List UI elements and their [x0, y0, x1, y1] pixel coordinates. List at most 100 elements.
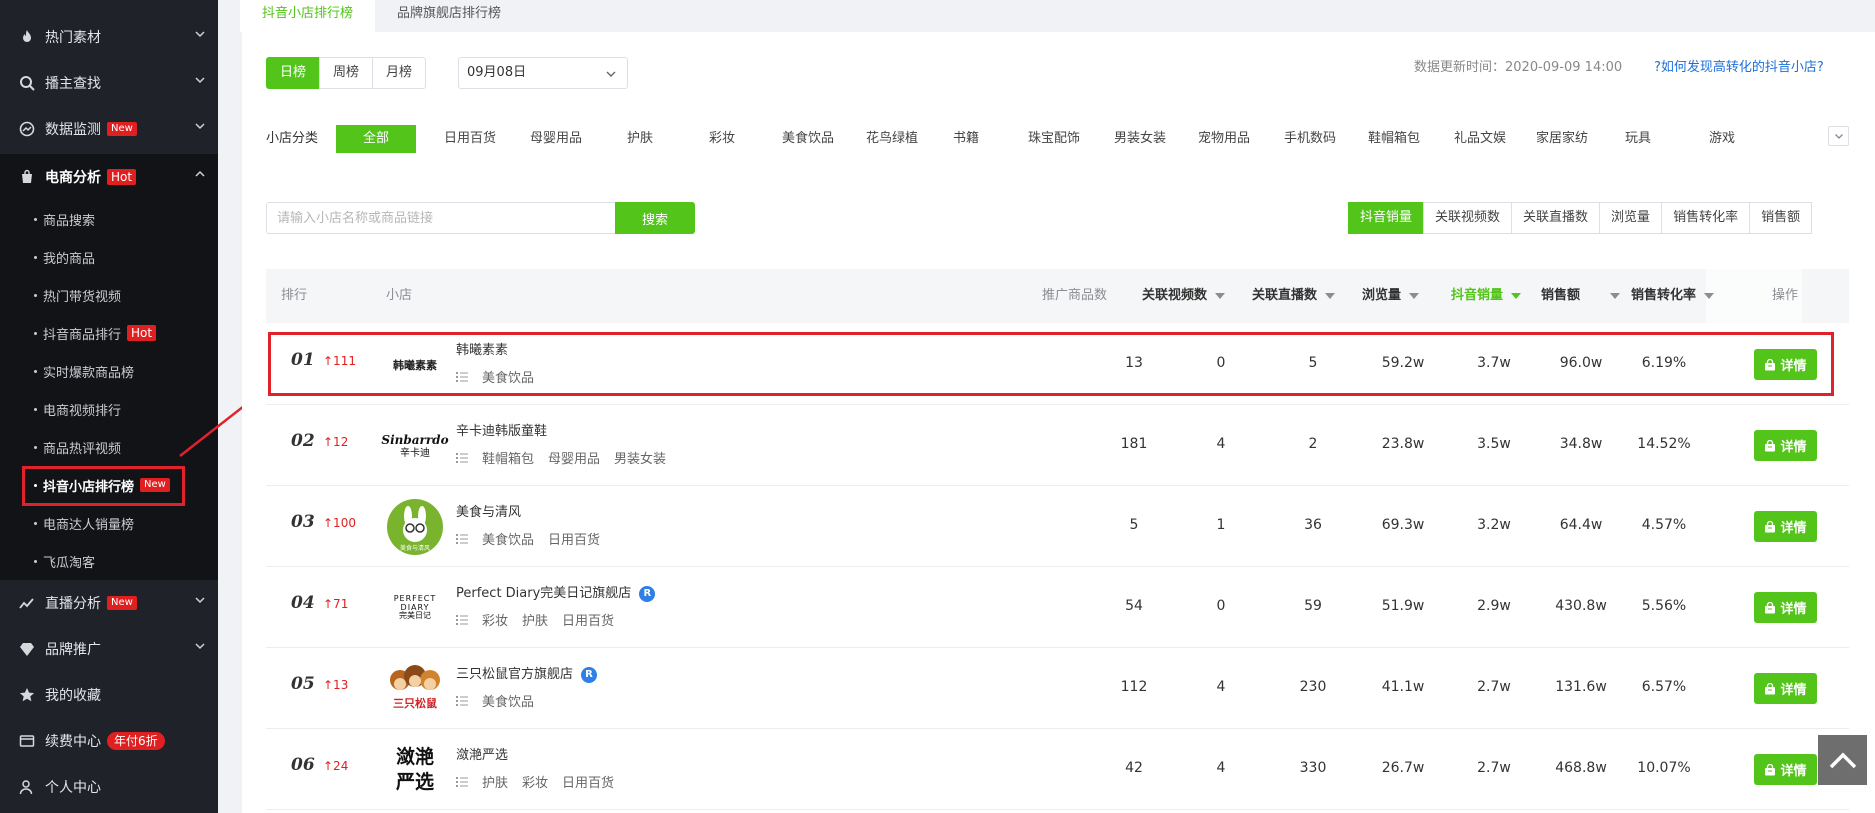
- sidebar-item-label: 数据监测: [45, 122, 101, 138]
- shop-name[interactable]: 潋滟严选: [456, 744, 508, 763]
- detail-button[interactable]: 详情: [1754, 430, 1817, 461]
- submenu-item-my-products[interactable]: 我的商品: [0, 238, 218, 276]
- category-11[interactable]: 手机数码: [1270, 125, 1350, 153]
- category-3[interactable]: 护肤: [610, 125, 670, 153]
- search-button[interactable]: 搜索: [615, 202, 695, 234]
- sort-caret-icon: [1215, 292, 1226, 299]
- sidebar-item-renewal[interactable]: 续费中心 年付6折: [0, 718, 218, 764]
- submenu-item-product-ranking[interactable]: 抖音商品排行 Hot: [0, 314, 218, 352]
- sidebar-item-data-monitor[interactable]: 数据监测 New: [0, 106, 218, 152]
- submenu-item-realtime-hot[interactable]: 实时爆款商品榜: [0, 352, 218, 390]
- period-daily[interactable]: 日榜: [266, 57, 321, 89]
- table-row[interactable]: 03 ↑100 美食与清风 美食与清风 美食饮品 日用百货 5 1 36 69.3w 3.2w 64.…: [266, 486, 1849, 567]
- category-14[interactable]: 家居家纺: [1522, 125, 1602, 153]
- shop-logo[interactable]: PERFECT DIARY 完美日记: [386, 579, 444, 637]
- period-monthly[interactable]: 月榜: [372, 57, 427, 89]
- submenu-item-video-ranking[interactable]: 电商视频排行: [0, 390, 218, 428]
- category-4[interactable]: 彩妆: [692, 125, 752, 153]
- shop-name[interactable]: 美食与清风: [456, 501, 521, 520]
- sidebar-item-hidden[interactable]: [0, 0, 218, 12]
- shop-logo[interactable]: Sinbarrdo 辛卡迪: [381, 417, 448, 475]
- sort-caret-icon: [1704, 292, 1715, 299]
- detail-button[interactable]: 详情: [1754, 511, 1817, 542]
- sidebar-item-ecommerce[interactable]: 电商分析 Hot: [0, 154, 218, 200]
- submenu-item-review-videos[interactable]: 商品热评视频: [0, 428, 218, 466]
- shop-logo[interactable]: 韩曦素素: [386, 336, 444, 394]
- category-15[interactable]: 玩具: [1608, 125, 1668, 153]
- sidebar-item-label: 我的收藏: [45, 688, 101, 704]
- table-row[interactable]: 06 ↑24 潋滟严选 潋滟严选 护肤 彩妆 日用百货 42 4 330 26.7w 2.7w 468.…: [266, 729, 1849, 810]
- sort-revenue[interactable]: 销售额: [1749, 202, 1813, 234]
- shop-logo[interactable]: 美食与清风: [386, 498, 444, 556]
- sidebar-item-favorites[interactable]: 我的收藏: [0, 672, 218, 718]
- table-row[interactable]: 04 ↑71 PERFECT DIARY 完美日记 Perfect Diary完美日记旗…: [266, 567, 1849, 648]
- submenu-item-hot-videos[interactable]: 热门带货视频: [0, 276, 218, 314]
- header-revenue-sort[interactable]: 销售额: [1541, 269, 1621, 323]
- category-8[interactable]: 珠宝配饰: [1014, 125, 1094, 153]
- shop-logo[interactable]: 潋滟严选: [386, 741, 444, 799]
- help-link[interactable]: ?如何发现高转化的抖音小店?: [1654, 58, 1824, 78]
- category-6[interactable]: 花鸟绿植: [852, 125, 932, 153]
- category-16[interactable]: 游戏: [1692, 125, 1752, 153]
- category-5[interactable]: 美食饮品: [768, 125, 848, 153]
- cell-videos: 0: [1216, 598, 1226, 614]
- category-expand-button[interactable]: [1828, 126, 1849, 146]
- cell-products: 112: [1120, 679, 1148, 695]
- back-to-top-button[interactable]: [1818, 735, 1867, 785]
- detail-button[interactable]: 详情: [1754, 673, 1817, 704]
- date-select[interactable]: 09月08日: [458, 57, 628, 89]
- header-views-sort[interactable]: 浏览量: [1362, 269, 1420, 323]
- detail-button[interactable]: 详情: [1754, 592, 1817, 623]
- detail-button[interactable]: 详情: [1754, 349, 1817, 380]
- shop-category-tag: 日用百货: [548, 533, 601, 548]
- fire-icon: [18, 28, 36, 46]
- sidebar-item-live-analysis[interactable]: 直播分析 New: [0, 580, 218, 626]
- tab-shop-ranking[interactable]: 抖音小店排行榜: [240, 0, 376, 32]
- category-9[interactable]: 男装女装: [1100, 125, 1180, 153]
- diamond-icon: [18, 640, 36, 658]
- period-weekly[interactable]: 周榜: [319, 57, 374, 89]
- header-sales-sort[interactable]: 抖音销量: [1451, 269, 1522, 323]
- sidebar-item-host-search[interactable]: 播主查找: [0, 60, 218, 106]
- sort-douyin-sales[interactable]: 抖音销量: [1348, 202, 1425, 234]
- table-row[interactable]: 02 ↑12 Sinbarrdo 辛卡迪 辛卡迪韩版童鞋 鞋帽箱包 母婴用品 男装女装 181 4…: [266, 405, 1849, 486]
- shop-tags: 护肤 彩妆 日用百货: [456, 772, 628, 791]
- header-videos-sort[interactable]: 关联视频数: [1142, 269, 1226, 323]
- sort-video-count[interactable]: 关联视频数: [1423, 202, 1513, 234]
- category-0[interactable]: 全部: [336, 125, 416, 153]
- submenu-item-product-search[interactable]: 商品搜索: [0, 200, 218, 238]
- shop-logo[interactable]: 三只松鼠: [386, 660, 444, 718]
- category-2[interactable]: 母婴用品: [516, 125, 596, 153]
- table-row[interactable]: 01 ↑111 韩曦素素 韩曦素素 美食饮品 13 0 5 59.2w 3.7w 96.0w 6.19…: [266, 324, 1849, 405]
- shop-tags: 美食饮品 日用百货: [456, 529, 614, 548]
- search-input[interactable]: [266, 202, 616, 234]
- header-lives-sort[interactable]: 关联直播数: [1252, 269, 1336, 323]
- category-1[interactable]: 日用百货: [430, 125, 510, 153]
- category-13[interactable]: 礼品文娱: [1440, 125, 1520, 153]
- cell-videos: 4: [1216, 679, 1226, 695]
- sort-views[interactable]: 浏览量: [1599, 202, 1663, 234]
- shop-tags: 鞋帽箱包 母婴用品 男装女装: [456, 448, 680, 467]
- sidebar-item-brand-promotion[interactable]: 品牌推广: [0, 626, 218, 672]
- shop-name[interactable]: Perfect Diary完美日记旗舰店 R: [456, 582, 656, 602]
- header-conversion-sort[interactable]: 销售转化率: [1631, 269, 1715, 323]
- period-selector: 日榜 周榜 月榜: [266, 57, 427, 89]
- submenu-item-influencer-sales[interactable]: 电商达人销量榜: [0, 504, 218, 542]
- rank-change: ↑100: [323, 516, 356, 530]
- detail-button[interactable]: 详情: [1754, 754, 1817, 785]
- tab-brand-ranking[interactable]: 品牌旗舰店排行榜: [375, 0, 523, 32]
- shop-name[interactable]: 辛卡迪韩版童鞋: [456, 420, 547, 439]
- shop-name[interactable]: 三只松鼠官方旗舰店 R: [456, 663, 598, 683]
- category-7[interactable]: 书籍: [936, 125, 996, 153]
- category-10[interactable]: 宠物用品: [1184, 125, 1264, 153]
- sort-live-count[interactable]: 关联直播数: [1511, 202, 1601, 234]
- sort-conversion[interactable]: 销售转化率: [1661, 202, 1751, 234]
- submenu-item-feigua-taoke[interactable]: 飞瓜淘客: [0, 542, 218, 580]
- hot-badge: Hot: [107, 169, 137, 185]
- sidebar-item-personal[interactable]: 个人中心: [0, 764, 218, 810]
- category-12[interactable]: 鞋帽箱包: [1354, 125, 1434, 153]
- shop-name[interactable]: 韩曦素素: [456, 339, 508, 358]
- sidebar-item-hot-material[interactable]: 热门素材: [0, 14, 218, 60]
- sidebar: 热门素材 播主查找 数据监测 New 电商分析 Hot 商品搜索 我的商品 热门…: [0, 0, 218, 813]
- table-row[interactable]: 05 ↑13 三只松鼠 三只松鼠官方旗舰店 R 美食饮品 112 4 230 41.1w 2.7w 1…: [266, 648, 1849, 729]
